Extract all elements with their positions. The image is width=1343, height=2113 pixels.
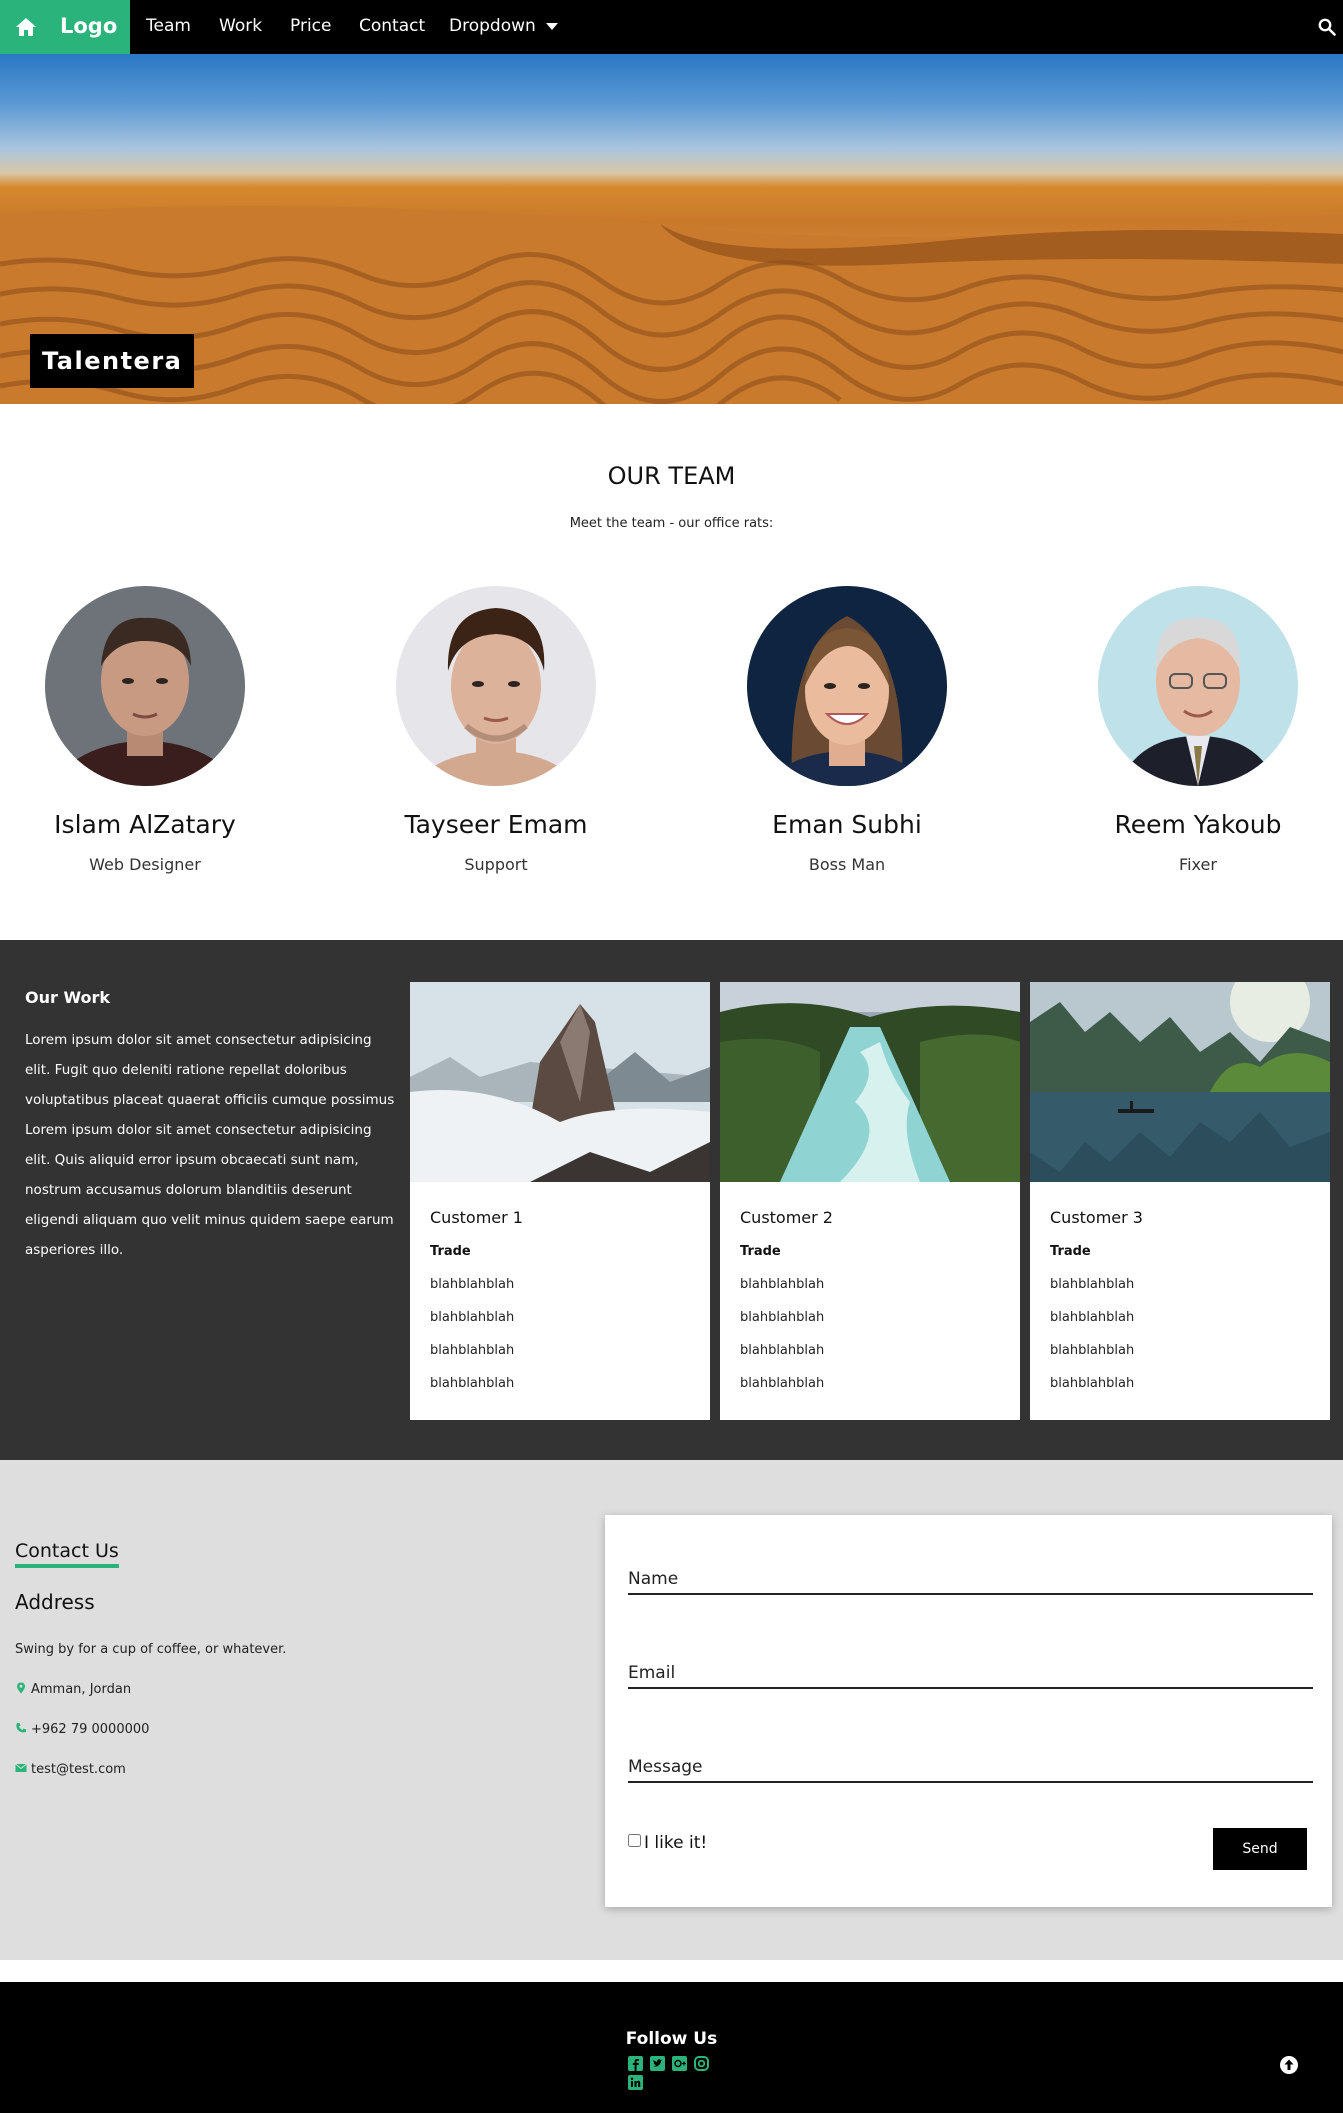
address-description: Swing by for a cup of coffee, or whateve… xyxy=(15,1642,287,1657)
caret-down-icon xyxy=(545,22,558,30)
team-member-card: Reem Yakoub Fixer xyxy=(1048,586,1343,874)
customer-trade: Trade xyxy=(1050,1244,1091,1259)
nav-item-contact[interactable]: Contact xyxy=(359,16,425,36)
member-name: Eman Subhi xyxy=(772,810,922,839)
customer-trade: Trade xyxy=(740,1244,781,1259)
customer-detail: blahblahblah xyxy=(430,1277,515,1292)
home-icon xyxy=(16,18,36,36)
customer-name: Customer 2 xyxy=(740,1208,833,1227)
like-checkbox[interactable] xyxy=(628,1834,641,1847)
nav-item-team[interactable]: Team xyxy=(146,16,191,36)
customer-detail: blahblahblah xyxy=(1050,1376,1135,1391)
logo-link[interactable]: Logo xyxy=(0,0,130,54)
phone-icon xyxy=(16,1723,26,1733)
facebook-icon[interactable] xyxy=(628,2056,643,2071)
location-text: Amman, Jordan xyxy=(31,1682,132,1697)
member-name: Tayseer Emam xyxy=(404,810,588,839)
customer-detail: blahblahblah xyxy=(430,1343,515,1358)
email-field xyxy=(628,1629,1313,1689)
customer-trade: Trade xyxy=(430,1244,471,1259)
customer-name: Customer 3 xyxy=(1050,1208,1143,1227)
contact-title: Contact Us xyxy=(15,1540,119,1568)
avatar xyxy=(1098,586,1298,786)
envelope-icon xyxy=(15,1763,27,1772)
search-icon[interactable] xyxy=(1318,18,1336,36)
contact-form: I like it! Send xyxy=(605,1515,1332,1907)
name-field xyxy=(628,1535,1313,1595)
lake-image xyxy=(1030,982,1330,1182)
team-section-title: OUR TEAM xyxy=(607,462,736,490)
customer-detail: blahblahblah xyxy=(740,1310,825,1325)
linkedin-icon[interactable] xyxy=(628,2075,643,2090)
nav-item-work[interactable]: Work xyxy=(219,16,262,36)
email-input[interactable] xyxy=(628,1629,1313,1683)
work-heading: Our Work xyxy=(25,988,111,1007)
email-text: test@test.com xyxy=(31,1762,126,1777)
like-checkbox-label[interactable]: I like it! xyxy=(628,1833,707,1853)
customer-card[interactable]: Customer 3 Trade blahblahblah blahblahbl… xyxy=(1030,982,1330,1420)
follow-us-title: Follow Us xyxy=(625,2029,718,2049)
avatar xyxy=(45,586,245,786)
customer-detail: blahblahblah xyxy=(1050,1277,1135,1292)
contact-section: Contact Us Address Swing by for a cup of… xyxy=(0,1460,1343,1960)
customer-detail: blahblahblah xyxy=(430,1376,515,1391)
member-role: Boss Man xyxy=(808,855,886,874)
customer-card[interactable]: Customer 2 Trade blahblahblah blahblahbl… xyxy=(720,982,1020,1420)
customer-detail: blahblahblah xyxy=(430,1310,515,1325)
google-plus-icon[interactable] xyxy=(672,2056,688,2071)
twitter-icon[interactable] xyxy=(650,2056,666,2071)
phone-text: +962 79 0000000 xyxy=(31,1722,150,1737)
address-heading: Address xyxy=(15,1590,95,1614)
member-name: Reem Yakoub xyxy=(1114,810,1282,839)
customer-detail: blahblahblah xyxy=(740,1343,825,1358)
team-member-card: Islam AlZatary Web Designer xyxy=(0,586,295,874)
dropdown-label: Dropdown xyxy=(449,16,536,36)
scroll-to-top-icon[interactable] xyxy=(1279,2055,1299,2075)
map-marker-icon xyxy=(17,1682,25,1694)
social-icons xyxy=(628,2056,718,2090)
member-role: Web Designer xyxy=(89,855,201,874)
location-line: Amman, Jordan xyxy=(15,1682,131,1697)
customer-card[interactable]: Customer 1 Trade blahblahblah blahblahbl… xyxy=(410,982,710,1420)
nav-item-price[interactable]: Price xyxy=(290,16,331,36)
checkbox-text: I like it! xyxy=(644,1833,708,1853)
team-member-card: Eman Subhi Boss Man xyxy=(697,586,997,874)
mountain-image xyxy=(410,982,710,1182)
customer-detail: blahblahblah xyxy=(740,1277,825,1292)
work-description: Lorem ipsum dolor sit amet consectetur a… xyxy=(25,1032,395,1258)
avatar xyxy=(747,586,947,786)
team-member-card: Tayseer Emam Support xyxy=(346,586,646,874)
hero-banner: Talentera xyxy=(0,54,1343,404)
member-name: Islam AlZatary xyxy=(54,810,236,839)
river-image xyxy=(720,982,1020,1182)
customer-detail: blahblahblah xyxy=(1050,1310,1135,1325)
instagram-icon[interactable] xyxy=(694,2056,710,2071)
customer-name: Customer 1 xyxy=(430,1208,523,1227)
logo-text: Logo xyxy=(60,14,118,38)
email-line: test@test.com xyxy=(15,1762,126,1777)
customer-detail: blahblahblah xyxy=(740,1376,825,1391)
send-button[interactable]: Send xyxy=(1213,1828,1307,1870)
top-navbar: Logo Team Work Price Contact Dropdown xyxy=(0,0,1343,54)
message-input[interactable] xyxy=(628,1723,1313,1777)
customer-detail: blahblahblah xyxy=(1050,1343,1135,1358)
phone-line: +962 79 0000000 xyxy=(15,1722,149,1737)
hero-title-badge: Talentera xyxy=(30,334,195,388)
our-work-section: Our Work Lorem ipsum dolor sit amet cons… xyxy=(0,940,1343,1460)
team-section-subtitle: Meet the team - our office rats: xyxy=(569,516,774,531)
desert-dunes-image xyxy=(0,206,1343,404)
member-role: Fixer xyxy=(1179,855,1217,874)
member-role: Support xyxy=(464,855,528,874)
name-input[interactable] xyxy=(628,1535,1313,1589)
avatar xyxy=(396,586,596,786)
nav-item-dropdown[interactable]: Dropdown xyxy=(449,16,558,36)
message-field xyxy=(628,1723,1313,1783)
footer: Follow Us xyxy=(0,1982,1343,2113)
